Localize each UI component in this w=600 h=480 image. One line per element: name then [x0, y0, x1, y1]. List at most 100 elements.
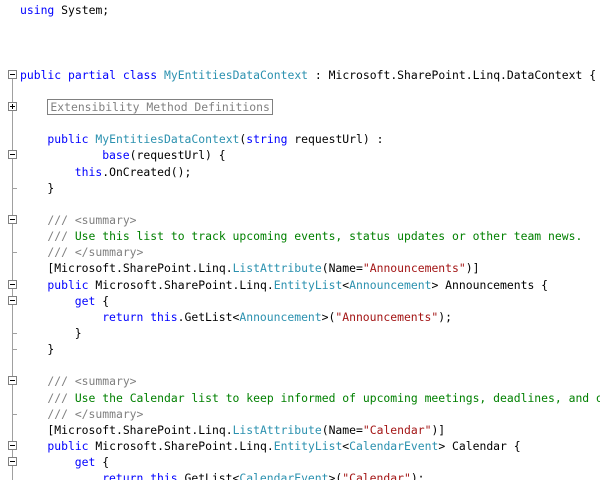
collapse-icon[interactable]: [8, 441, 17, 451]
code-token: EntityList: [273, 439, 343, 454]
code-token: System;: [54, 3, 110, 17]
code-token: public: [47, 132, 89, 147]
code-line[interactable]: [0, 115, 600, 131]
code-line[interactable]: [0, 18, 600, 34]
expand-icon[interactable]: [8, 101, 17, 111]
code-line[interactable]: public Microsoft.SharePoint.Linq.EntityL…: [0, 438, 600, 454]
code-token: Microsoft.SharePoint.Linq.: [88, 277, 274, 292]
code-text: /// <summary>: [47, 212, 136, 228]
code-token: >(: [321, 309, 336, 324]
code-line[interactable]: [0, 196, 600, 212]
code-token: Use this list to track upcoming events, …: [74, 229, 583, 244]
code-token: (Name=: [321, 422, 363, 437]
code-line[interactable]: [0, 50, 600, 66]
code-text: /// Use the Calendar list to keep inform…: [47, 390, 600, 406]
code-token: CalendarEvent: [349, 439, 439, 454]
code-token: /// <summary>: [47, 212, 137, 227]
code-line[interactable]: }: [0, 180, 600, 196]
code-token: > Announcements {: [431, 277, 549, 292]
code-line[interactable]: this.OnCreated();: [0, 164, 600, 180]
code-token: (requestUrl) {: [129, 148, 226, 163]
code-line[interactable]: return this.GetList<CalendarEvent>("Cale…: [0, 470, 600, 480]
code-line[interactable]: get {: [0, 454, 600, 470]
code-token: [Microsoft.SharePoint.Linq.: [47, 422, 233, 437]
code-line[interactable]: using System;: [0, 2, 600, 18]
code-editor[interactable]: using System; public partial class MyEnti…: [0, 0, 600, 480]
code-line[interactable]: return this.GetList<Announcement>("Annou…: [0, 309, 600, 325]
code-line[interactable]: /// <summary>: [0, 373, 600, 389]
code-token: > Calendar {: [438, 439, 521, 454]
code-token: EntityList: [273, 277, 343, 292]
code-line[interactable]: public MyEntitiesDataContext(string requ…: [0, 131, 600, 147]
code-token: base: [102, 148, 130, 163]
code-token: /// </summary>: [47, 245, 144, 260]
code-token: requestUrl) :: [287, 132, 384, 147]
code-text: }: [75, 325, 82, 341]
code-token: Extensibility Method Definitions: [50, 99, 270, 114]
code-token: ///: [47, 390, 75, 405]
code-token: ///: [47, 229, 75, 244]
code-line[interactable]: /// Use the Calendar list to keep inform…: [0, 390, 600, 406]
collapse-icon[interactable]: [8, 295, 17, 305]
code-token: .OnCreated();: [102, 164, 192, 179]
code-text: public Microsoft.SharePoint.Linq.EntityL…: [47, 438, 520, 454]
code-token: public partial class: [20, 67, 158, 82]
code-text: using System;: [20, 2, 109, 18]
code-token: }: [47, 180, 55, 195]
code-token: get: [74, 455, 96, 470]
code-token: MyEntitiesDataContext: [95, 132, 240, 147]
collapse-icon[interactable]: [8, 150, 17, 160]
code-token: "Announcements": [335, 309, 439, 324]
code-text: public MyEntitiesDataContext(string requ…: [47, 131, 383, 147]
code-token: string: [246, 132, 288, 147]
code-token: get: [74, 293, 96, 308]
code-line[interactable]: [Microsoft.SharePoint.Linq.ListAttribute…: [0, 422, 600, 438]
code-line[interactable]: [Microsoft.SharePoint.Linq.ListAttribute…: [0, 260, 600, 276]
collapse-icon[interactable]: [8, 376, 17, 386]
code-line[interactable]: base(requestUrl) {: [0, 147, 600, 163]
collapse-icon[interactable]: [8, 457, 17, 467]
code-token: "Calendar": [342, 471, 411, 480]
code-text: [Microsoft.SharePoint.Linq.ListAttribute…: [47, 422, 445, 438]
code-text: /// Use this list to track upcoming even…: [47, 228, 582, 244]
collapsed-region[interactable]: Extensibility Method Definitions: [47, 98, 273, 115]
code-token: )]: [431, 422, 446, 437]
code-token: {: [95, 293, 110, 308]
code-line[interactable]: public Microsoft.SharePoint.Linq.EntityL…: [0, 277, 600, 293]
code-line[interactable]: /// <summary>: [0, 212, 600, 228]
code-token: public: [47, 439, 89, 454]
collapse-icon[interactable]: [8, 69, 17, 79]
code-token: .GetList<: [177, 309, 240, 324]
code-text: return this.GetList<Announcement>("Annou…: [102, 309, 452, 325]
collapse-icon[interactable]: [8, 279, 17, 289]
code-line[interactable]: Extensibility Method Definitions: [0, 98, 600, 115]
code-text: base(requestUrl) {: [102, 147, 225, 163]
code-token: MyEntitiesDataContext: [164, 67, 309, 82]
code-token: : Microsoft.SharePoint.Linq.DataContext …: [308, 67, 597, 82]
code-token: ListAttribute: [232, 422, 322, 437]
code-token: Announcement: [239, 309, 322, 324]
collapse-icon[interactable]: [8, 214, 17, 224]
code-text: }: [47, 180, 54, 196]
code-text: /// </summary>: [47, 244, 143, 260]
code-line[interactable]: /// </summary>: [0, 406, 600, 422]
code-token: Microsoft.SharePoint.Linq.: [88, 439, 274, 454]
code-text: }: [47, 341, 54, 357]
code-text: get {: [75, 454, 109, 470]
code-token: );: [438, 309, 452, 324]
code-line[interactable]: [0, 357, 600, 373]
code-line[interactable]: public partial class MyEntitiesDataConte…: [0, 67, 600, 83]
code-line[interactable]: /// Use this list to track upcoming even…: [0, 228, 600, 244]
code-line[interactable]: get {: [0, 293, 600, 309]
code-token: /// <summary>: [47, 374, 137, 389]
code-token: );: [410, 471, 425, 480]
code-line[interactable]: [0, 34, 600, 50]
code-line[interactable]: [0, 83, 600, 99]
code-token: return this: [102, 309, 178, 324]
code-line[interactable]: }: [0, 341, 600, 357]
code-line[interactable]: /// </summary>: [0, 244, 600, 260]
code-token: using: [20, 3, 55, 17]
code-line[interactable]: }: [0, 325, 600, 341]
code-text: return this.GetList<CalendarEvent>("Cale…: [102, 470, 424, 480]
